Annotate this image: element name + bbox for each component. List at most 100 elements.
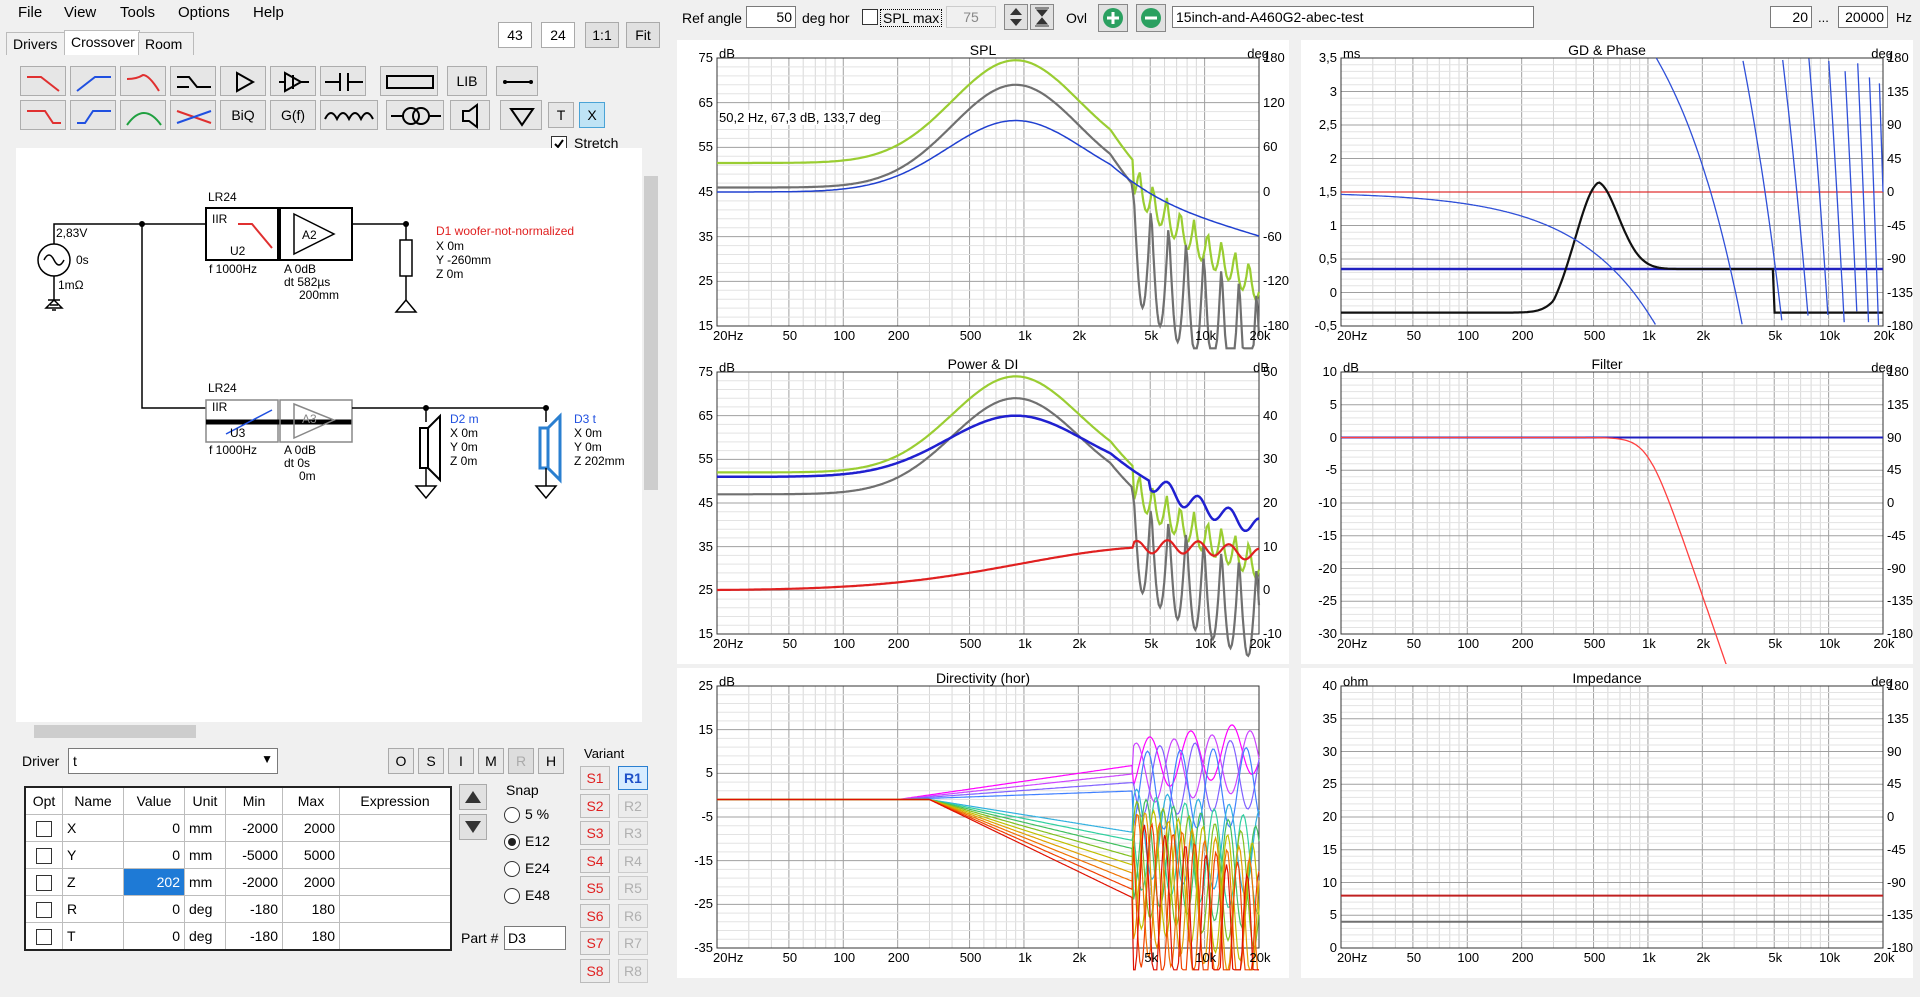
ref-angle-input[interactable] (746, 6, 796, 28)
opt-checkbox-cell[interactable] (24, 814, 63, 842)
remove-overlay-button[interactable] (1136, 4, 1166, 32)
variant-r5[interactable]: R5 (618, 876, 648, 900)
opt-checkbox[interactable] (36, 901, 52, 918)
variant-s6[interactable]: S6 (580, 903, 610, 928)
opt-checkbox-cell[interactable] (24, 922, 63, 951)
tab-crossover[interactable]: Crossover (64, 30, 140, 55)
capacitor-button[interactable] (320, 66, 366, 96)
freq-min-input[interactable] (1770, 6, 1812, 28)
max-cell[interactable]: 2000 (282, 868, 340, 896)
gf-button[interactable]: G(f) (270, 100, 316, 130)
graph-panel-dir[interactable]: Directivity (hor) dB 25 15 5 -5 -15 -25 -35 20Hz 5… (677, 668, 1289, 978)
value-cell[interactable]: 202 (123, 868, 185, 896)
zoom-y-field[interactable]: 24 (541, 22, 575, 48)
lowpass-button[interactable] (20, 66, 66, 96)
snap-e48[interactable]: E48 (504, 887, 550, 905)
schematic-vscroll[interactable] (642, 148, 660, 722)
variant-s8[interactable]: S8 (580, 958, 610, 983)
snap-e12[interactable]: E12 (504, 833, 550, 851)
max-cell[interactable]: 5000 (282, 841, 340, 869)
variant-s4[interactable]: S4 (580, 848, 610, 873)
max-cell[interactable]: 180 (282, 895, 340, 923)
variant-r7[interactable]: R7 (618, 931, 648, 955)
snap-5pct[interactable]: 5 % (504, 806, 549, 824)
opt-checkbox[interactable] (36, 928, 52, 945)
menu-file[interactable]: File (18, 4, 42, 21)
spl-max-input[interactable] (946, 6, 996, 28)
zoom-1to1-button[interactable]: 1:1 (585, 22, 619, 48)
crossover-button[interactable] (170, 100, 216, 130)
freq-max-input[interactable] (1838, 6, 1888, 28)
menu-tools[interactable]: Tools (120, 4, 155, 21)
min-cell[interactable]: -180 (225, 922, 283, 951)
zoom-fit-button[interactable]: Fit (626, 22, 660, 48)
wire-button[interactable] (496, 66, 538, 96)
variant-s1[interactable]: S1 (580, 766, 610, 790)
expression-cell[interactable] (339, 841, 452, 869)
variant-r1[interactable]: R1 (618, 766, 648, 790)
menu-options[interactable]: Options (178, 4, 230, 21)
graph-panel-filter[interactable]: Filter dB deg 10 5 0 -5 -10 -15 -20 -25 -30 180 135 90… (1301, 354, 1913, 664)
opt-checkbox-cell[interactable] (24, 841, 63, 869)
vscroll-thumb[interactable] (644, 176, 658, 490)
opt-checkbox[interactable] (36, 874, 52, 891)
menu-view[interactable]: View (64, 4, 96, 21)
min-cell[interactable]: -5000 (225, 841, 283, 869)
variant-r3[interactable]: R3 (618, 821, 648, 845)
inductor-button[interactable] (320, 100, 378, 130)
menu-help[interactable]: Help (253, 4, 284, 21)
mode-button-s[interactable]: S (418, 748, 444, 774)
variant-r8[interactable]: R8 (618, 958, 648, 983)
variant-r6[interactable]: R6 (618, 903, 648, 928)
lowpass-2-button[interactable] (120, 66, 166, 96)
project-name-input[interactable] (1172, 6, 1534, 28)
expression-cell[interactable] (339, 814, 452, 842)
opt-checkbox[interactable] (36, 847, 52, 864)
fit-vertical-button[interactable] (1030, 4, 1054, 30)
highpass-button[interactable] (70, 66, 116, 96)
part-number-input[interactable] (504, 926, 566, 950)
graph-panel-spl[interactable]: SPL dB deg 75 65 55 45 35 25 15 180 120 60 0 -60 -120 -1… (677, 40, 1289, 356)
opt-checkbox-cell[interactable] (24, 868, 63, 896)
variant-r4[interactable]: R4 (618, 848, 648, 873)
variant-r2[interactable]: R2 (618, 793, 648, 818)
value-cell[interactable]: 0 (123, 922, 185, 951)
tab-room[interactable]: Room (138, 32, 194, 55)
bandpass-button[interactable] (120, 100, 166, 130)
schematic-canvas[interactable]: 2,83V 0s 1mΩ LR24 IIR U2 f 1000Hz A2 A 0… (16, 148, 642, 722)
resistor-button[interactable] (380, 66, 438, 96)
mode-button-o[interactable]: O (388, 748, 414, 774)
lowpass-alt-button[interactable] (20, 100, 66, 130)
min-cell[interactable]: -2000 (225, 814, 283, 842)
mode-button-h[interactable]: H (538, 748, 564, 774)
tab-drivers[interactable]: Drivers (6, 32, 66, 55)
expression-cell[interactable] (339, 895, 452, 923)
spin-button[interactable] (1004, 4, 1028, 30)
hscroll-thumb[interactable] (34, 725, 196, 738)
add-overlay-button[interactable] (1098, 4, 1128, 32)
min-cell[interactable]: -2000 (225, 868, 283, 896)
opt-checkbox[interactable] (36, 820, 52, 837)
mode-button-m[interactable]: M (478, 748, 504, 774)
value-cell[interactable]: 0 (123, 841, 185, 869)
transformer-button[interactable] (386, 100, 444, 130)
driver-select[interactable]: t ▼ (68, 748, 278, 774)
t-button[interactable]: T (548, 102, 574, 128)
biquad-button[interactable]: BiQ (220, 100, 266, 130)
ground-button[interactable] (500, 100, 542, 130)
min-cell[interactable]: -180 (225, 895, 283, 923)
move-up-button[interactable] (459, 784, 487, 810)
x-button[interactable]: X (579, 102, 605, 128)
buffer-amp-button[interactable] (270, 66, 316, 96)
schematic-hscroll[interactable] (16, 722, 642, 740)
variant-s7[interactable]: S7 (580, 931, 610, 955)
variant-s5[interactable]: S5 (580, 876, 610, 900)
mode-button-i[interactable]: I (448, 748, 474, 774)
variant-s3[interactable]: S3 (580, 821, 610, 845)
max-cell[interactable]: 180 (282, 922, 340, 951)
graph-panel-pdi[interactable]: Power & DI dB dB 75 65 55 45 35 25 15 50 40 30 20 10 0-… (677, 354, 1289, 664)
value-cell[interactable]: 0 (123, 814, 185, 842)
max-cell[interactable]: 2000 (282, 814, 340, 842)
graph-panel-gd[interactable]: GD & Phase ms deg 3,5 3 2,5 2 1,5 1 0,5 0 -0,5 180 13… (1301, 40, 1913, 356)
expression-cell[interactable] (339, 922, 452, 951)
